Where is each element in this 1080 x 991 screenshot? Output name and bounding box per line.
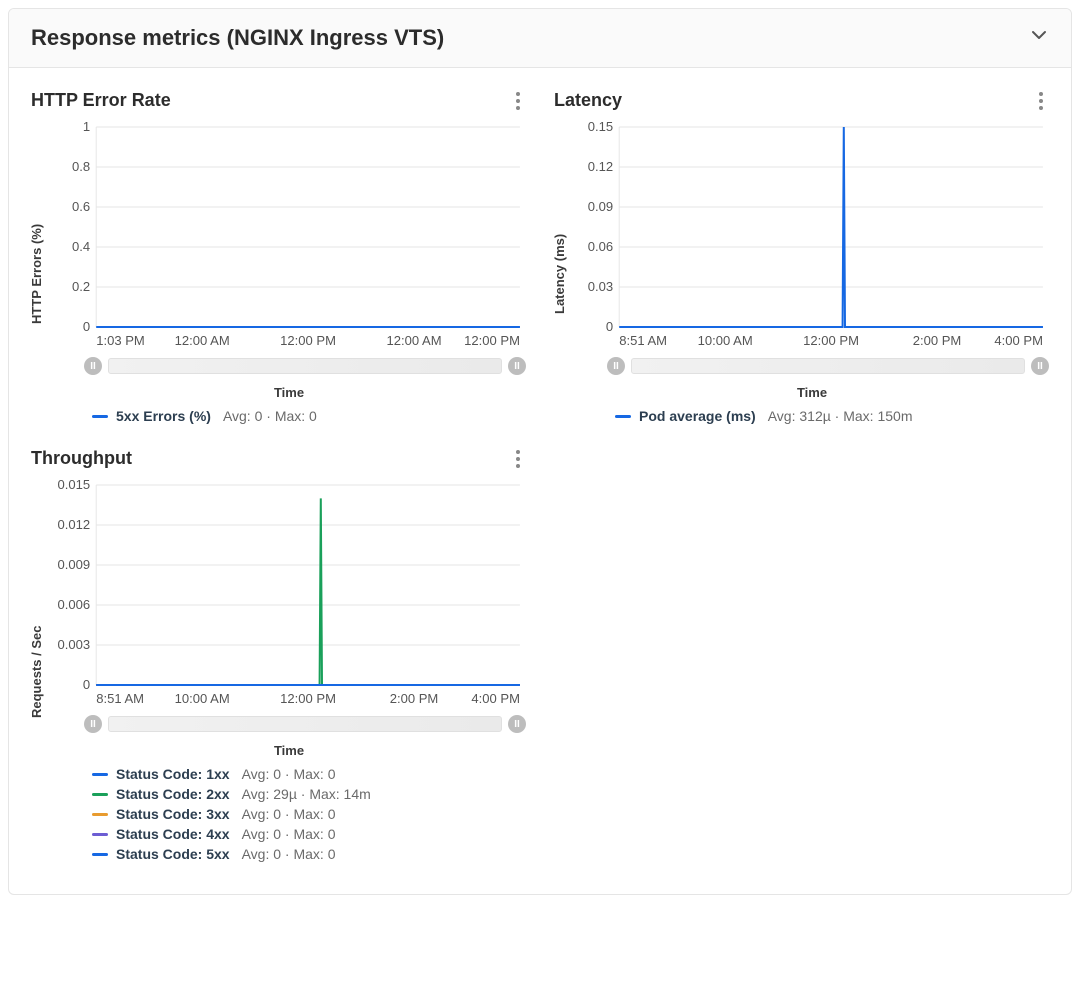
kebab-icon[interactable] — [510, 449, 526, 469]
legend-row[interactable]: Status Code: 2xx Avg: 29µ · Max: 14m — [92, 784, 530, 804]
svg-text:2:00 PM: 2:00 PM — [913, 333, 962, 348]
svg-text:4:00 PM: 4:00 PM — [994, 333, 1043, 348]
svg-text:1: 1 — [83, 121, 90, 134]
pause-icon[interactable]: II — [508, 715, 526, 733]
legend-series-stats: Avg: 0 · Max: 0 — [223, 408, 317, 424]
legend-swatch — [92, 415, 108, 418]
legend-series-stats: Avg: 0 · Max: 0 — [242, 806, 336, 822]
legend-row[interactable]: Status Code: 3xx Avg: 0 · Max: 0 — [92, 804, 530, 824]
chart-title: Throughput — [31, 448, 132, 469]
svg-text:8:51 AM: 8:51 AM — [619, 333, 667, 348]
svg-text:0.8: 0.8 — [72, 159, 90, 174]
svg-text:0.03: 0.03 — [588, 279, 613, 294]
charts-grid: HTTP Error Rate HTTP Errors (%) 00.20.40… — [9, 68, 1071, 894]
time-slider[interactable]: II II — [48, 709, 530, 737]
legend-series-name: Status Code: 4xx — [116, 826, 230, 842]
panel-header[interactable]: Response metrics (NGINX Ingress VTS) — [9, 9, 1071, 68]
pause-icon[interactable]: II — [1031, 357, 1049, 375]
kebab-icon[interactable] — [510, 91, 526, 111]
time-slider[interactable]: II II — [48, 351, 530, 379]
svg-text:0.015: 0.015 — [58, 479, 91, 492]
chart-legend: 5xx Errors (%) Avg: 0 · Max: 0 — [48, 406, 530, 426]
chart-error-rate: HTTP Error Rate HTTP Errors (%) 00.20.40… — [27, 88, 530, 426]
pause-icon[interactable]: II — [607, 357, 625, 375]
svg-text:1:03 PM: 1:03 PM — [96, 333, 145, 348]
x-axis-label: Time — [48, 385, 530, 400]
legend-series-name: Status Code: 2xx — [116, 786, 230, 802]
pause-icon[interactable]: II — [508, 357, 526, 375]
svg-text:0: 0 — [83, 319, 90, 334]
chevron-down-icon[interactable] — [1029, 25, 1049, 51]
svg-text:12:00 AM: 12:00 AM — [175, 333, 230, 348]
slider-track[interactable] — [108, 358, 502, 374]
y-axis-label: Requests / Sec — [27, 479, 46, 864]
svg-text:0.006: 0.006 — [58, 597, 91, 612]
legend-row[interactable]: Pod average (ms) Avg: 312µ · Max: 150m — [615, 406, 1053, 426]
legend-series-name: Status Code: 3xx — [116, 806, 230, 822]
svg-text:0.003: 0.003 — [58, 637, 91, 652]
svg-text:0.009: 0.009 — [58, 557, 91, 572]
legend-swatch — [615, 415, 631, 418]
legend-swatch — [92, 793, 108, 796]
chart-plot-latency[interactable]: 0 0.03 0.06 0.09 0.12 0.15 8:51 AM 10:00 AM 12:0… — [571, 121, 1053, 351]
svg-text:0.06: 0.06 — [588, 239, 613, 254]
chart-plot-error[interactable]: 0 0.2 0.4 0.6 0.8 1 1:03 PM 12:00 AM 12:00 PM 12:… — [48, 121, 530, 351]
legend-series-name: Pod average (ms) — [639, 408, 756, 424]
legend-series-name: Status Code: 5xx — [116, 846, 230, 862]
legend-swatch — [92, 833, 108, 836]
chart-title: Latency — [554, 90, 622, 111]
legend-series-stats: Avg: 29µ · Max: 14m — [242, 786, 371, 802]
x-axis-label: Time — [571, 385, 1053, 400]
legend-series-stats: Avg: 0 · Max: 0 — [242, 826, 336, 842]
svg-text:0.15: 0.15 — [588, 121, 613, 134]
legend-swatch — [92, 853, 108, 856]
chart-throughput: Throughput Requests / Sec 0 0.003 0.006 0.0… — [27, 446, 530, 864]
legend-series-stats: Avg: 312µ · Max: 150m — [768, 408, 913, 424]
panel-title: Response metrics (NGINX Ingress VTS) — [31, 25, 444, 51]
svg-text:4:00 PM: 4:00 PM — [471, 691, 520, 706]
svg-text:0.6: 0.6 — [72, 199, 90, 214]
legend-swatch — [92, 773, 108, 776]
legend-series-name: 5xx Errors (%) — [116, 408, 211, 424]
svg-text:8:51 AM: 8:51 AM — [96, 691, 144, 706]
svg-text:0.12: 0.12 — [588, 159, 613, 174]
time-slider[interactable]: II II — [571, 351, 1053, 379]
chart-latency: Latency Latency (ms) 0 0.03 0.06 0.09 0.12 0.… — [550, 88, 1053, 426]
pause-icon[interactable]: II — [84, 715, 102, 733]
legend-series-stats: Avg: 0 · Max: 0 — [242, 766, 336, 782]
chart-plot-throughput[interactable]: 0 0.003 0.006 0.009 0.012 0.015 8:51 AM 10:00 A… — [48, 479, 530, 709]
svg-text:0.2: 0.2 — [72, 279, 90, 294]
legend-swatch — [92, 813, 108, 816]
svg-text:12:00 PM: 12:00 PM — [280, 691, 336, 706]
legend-row[interactable]: 5xx Errors (%) Avg: 0 · Max: 0 — [92, 406, 530, 426]
svg-text:0.4: 0.4 — [72, 239, 90, 254]
slider-track[interactable] — [631, 358, 1025, 374]
svg-text:12:00 PM: 12:00 PM — [803, 333, 859, 348]
kebab-icon[interactable] — [1033, 91, 1049, 111]
svg-text:12:00 PM: 12:00 PM — [464, 333, 520, 348]
svg-text:0.09: 0.09 — [588, 199, 613, 214]
y-axis-label: Latency (ms) — [550, 121, 569, 426]
legend-row[interactable]: Status Code: 1xx Avg: 0 · Max: 0 — [92, 764, 530, 784]
svg-text:0: 0 — [83, 677, 90, 692]
svg-text:12:00 PM: 12:00 PM — [280, 333, 336, 348]
x-axis-label: Time — [48, 743, 530, 758]
legend-row[interactable]: Status Code: 4xx Avg: 0 · Max: 0 — [92, 824, 530, 844]
pause-icon[interactable]: II — [84, 357, 102, 375]
svg-text:10:00 AM: 10:00 AM — [698, 333, 753, 348]
svg-text:2:00 PM: 2:00 PM — [390, 691, 439, 706]
chart-title: HTTP Error Rate — [31, 90, 171, 111]
svg-text:12:00 AM: 12:00 AM — [386, 333, 441, 348]
legend-row[interactable]: Status Code: 5xx Avg: 0 · Max: 0 — [92, 844, 530, 864]
chart-legend: Pod average (ms) Avg: 312µ · Max: 150m — [571, 406, 1053, 426]
metrics-panel: Response metrics (NGINX Ingress VTS) HTT… — [8, 8, 1072, 895]
y-axis-label: HTTP Errors (%) — [27, 121, 46, 426]
svg-text:10:00 AM: 10:00 AM — [175, 691, 230, 706]
slider-track[interactable] — [108, 716, 502, 732]
svg-text:0: 0 — [606, 319, 613, 334]
svg-text:0.012: 0.012 — [58, 517, 91, 532]
legend-series-stats: Avg: 0 · Max: 0 — [242, 846, 336, 862]
legend-series-name: Status Code: 1xx — [116, 766, 230, 782]
chart-legend: Status Code: 1xxAvg: 0 · Max: 0Status Co… — [48, 764, 530, 864]
